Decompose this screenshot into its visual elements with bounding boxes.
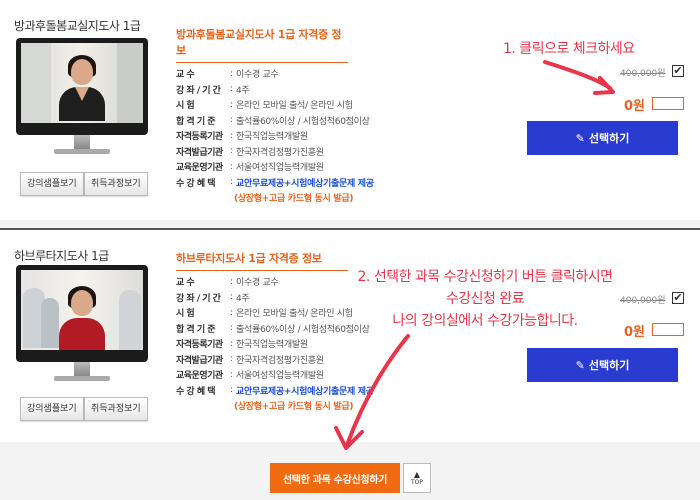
course-card-2: 하브루타지도사 1급 강의샘플보기 취득과정보기 하브루타지도사 1급 자격증 …: [0, 228, 700, 442]
period-value: 4주: [236, 293, 250, 304]
current-price: 0원: [624, 99, 646, 114]
select-button[interactable]: ✎ 선택하기: [527, 348, 678, 382]
course-name: 방과후돌봄교실지도사 1급: [14, 19, 141, 33]
procedure-button[interactable]: 취득과정보기: [84, 397, 148, 421]
procedure-button[interactable]: 취득과정보기: [84, 172, 148, 196]
course-card-1: 방과후돌봄교실지도사 1급 강의샘플보기 취득과정보기 방과후돌봄교실지도사 1…: [0, 0, 700, 220]
benefit-note: (상장형+고급 카드형 동시 발급): [234, 402, 354, 413]
select-button[interactable]: ✎ 선택하기: [527, 121, 678, 155]
issue-org-value: 한국자격검정평가진흥원: [236, 147, 324, 158]
scroll-top-button[interactable]: ▲ TOP: [403, 463, 431, 493]
annotation-step2-line2: 수강신청 완료: [445, 291, 525, 307]
benefit-note: (상장형+고급 카드형 동시 발급): [234, 194, 354, 205]
issue-org-value: 한국자격검정평가진흥원: [236, 355, 324, 366]
course-info: 방과후돌봄교실지도사 1급 자격증 정보 교 수: 이수경 교수 강 좌 / 기 …: [176, 26, 374, 205]
lecture-sample-button[interactable]: 강의샘플보기: [20, 172, 84, 196]
annotation-step2-line1: 2. 선택한 과목 수강신청하기 버튼 클릭하시면: [357, 269, 613, 285]
course-video-thumbnail[interactable]: [16, 265, 148, 381]
instructor-value: 이수경 교수: [236, 70, 279, 81]
course-info-title: 방과후돌봄교실지도사 1급 자격증 정보: [176, 26, 348, 63]
up-triangle-icon: ▲: [413, 469, 421, 479]
reg-org-value: 한국직업능력개발원: [236, 132, 308, 143]
pass-value: 출석률60%이상 / 시험성적60점이상: [236, 116, 370, 127]
reg-org-value: 한국직업능력개발원: [236, 340, 308, 351]
edu-org-value: 서울여성직업능력개발원: [236, 371, 324, 382]
benefit-value: 교안무료제공+시험예상기출문제 제공: [236, 386, 374, 397]
course-checkbox[interactable]: ✔: [672, 65, 684, 77]
original-price: 400,000원: [620, 69, 666, 79]
pencil-icon: ✎: [575, 358, 585, 372]
course-video-thumbnail[interactable]: [16, 38, 148, 154]
course-name: 하브루타지도사 1급: [14, 249, 109, 263]
edu-org-value: 서울여성직업능력개발원: [236, 163, 324, 174]
enroll-selected-button[interactable]: 선택한 과목 수강신청하기: [270, 463, 400, 493]
instructor-value: 이수경 교수: [236, 278, 279, 289]
annotation-step2-line3: 나의 강의실에서 수강가능합니다.: [392, 313, 578, 329]
benefit-value: 교안무료제공+시험예상기출문제 제공: [236, 178, 374, 189]
exam-value: 온라인 모바일 출석/ 온라인 시험: [236, 101, 353, 112]
period-value: 4주: [236, 85, 250, 96]
course-checkbox[interactable]: ✔: [672, 292, 684, 304]
pencil-icon: ✎: [575, 131, 585, 145]
price-field: [652, 97, 684, 110]
annotation-step1: 1. 클릭으로 체크하세요: [503, 41, 635, 57]
lecture-sample-button[interactable]: 강의샘플보기: [20, 397, 84, 421]
